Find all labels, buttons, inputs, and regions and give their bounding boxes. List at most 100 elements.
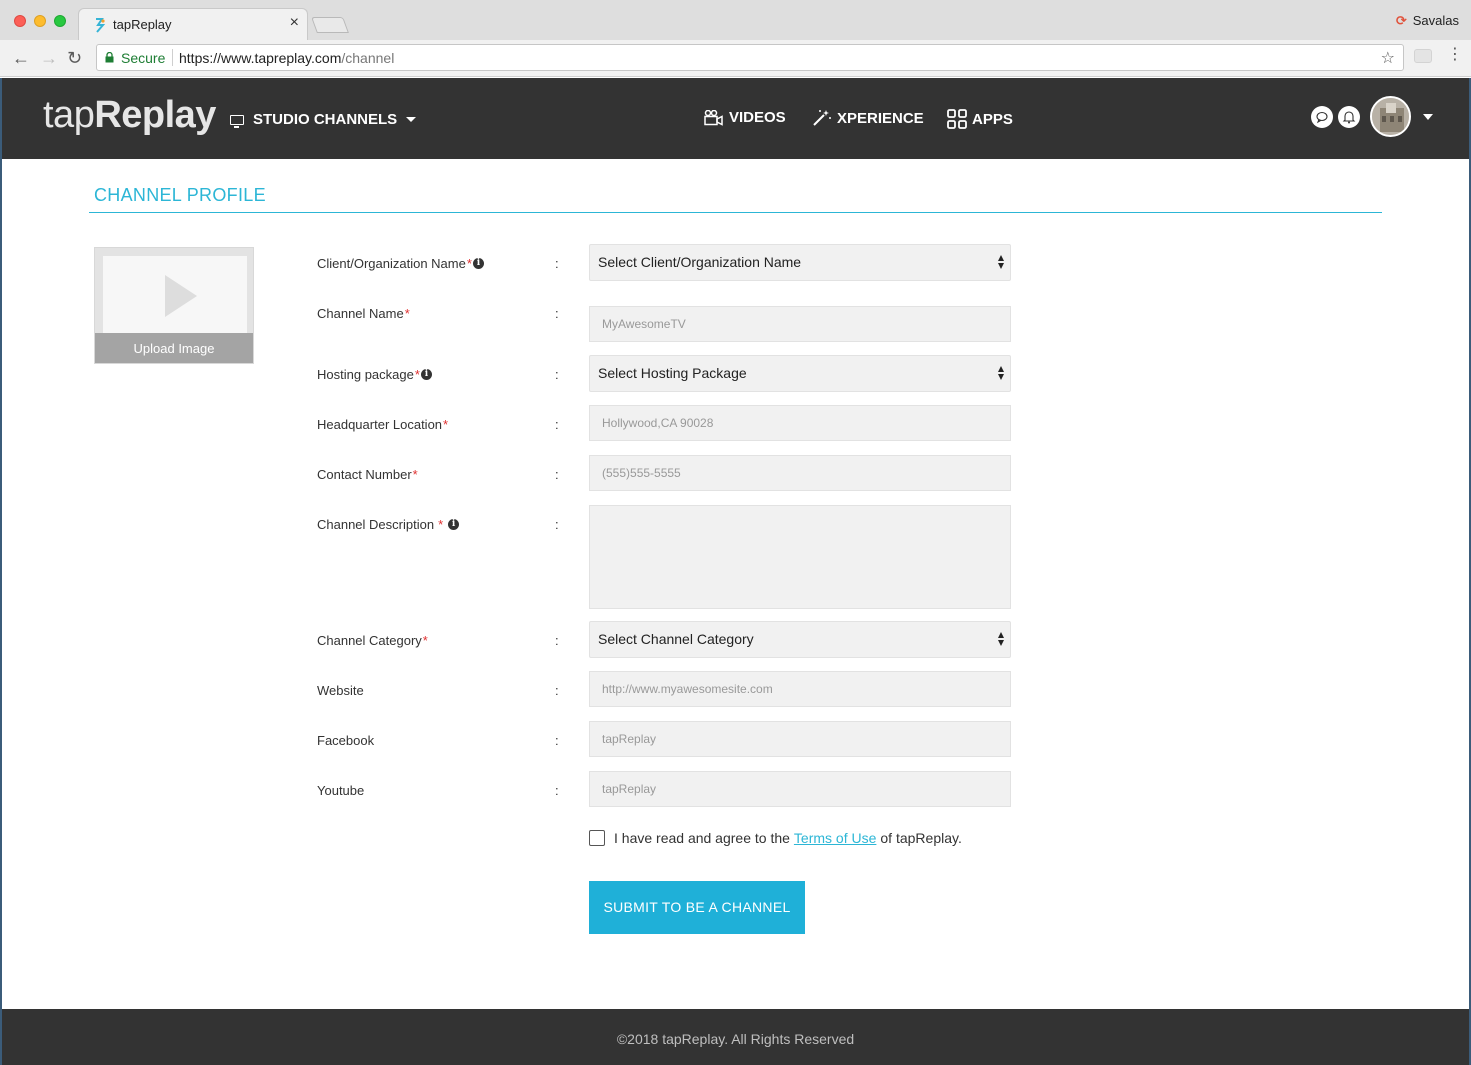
address-bar[interactable]: Secure https://www.tapreplay.com/channel… (96, 44, 1404, 71)
website-field[interactable]: http://www.myawesomesite.com (589, 671, 1011, 707)
nav-apps-label: APPS (972, 110, 1013, 128)
profile-icon: ⟳ (1395, 13, 1407, 28)
facebook-label: Facebook (317, 733, 374, 748)
tab-strip: tapReplay × ⟳ Savalas (0, 0, 1471, 40)
magic-wand-icon (813, 110, 831, 126)
youtube-label-text: Youtube (317, 783, 365, 798)
forward-arrow-icon[interactable]: → (40, 48, 58, 69)
caret-down-icon (406, 117, 417, 122)
hosting-package-label-text: Hosting package (317, 367, 414, 382)
tab-title: tapReplay (113, 17, 172, 32)
website-label-text: Website (317, 683, 364, 698)
profile-name: Savalas (1412, 13, 1459, 28)
colon: : (555, 256, 559, 271)
terms-agreement: I have read and agree to the Terms of Us… (589, 830, 962, 846)
page-title: CHANNEL PROFILE (94, 185, 266, 205)
colon: : (555, 517, 559, 532)
select-arrows-icon (998, 366, 1005, 382)
terms-checkbox[interactable] (589, 830, 605, 846)
hosting-package-select[interactable]: Select Hosting Package (589, 355, 1011, 392)
browser-toolbar: ← → ↻ Secure https://www.tapreplay.com/c… (0, 40, 1471, 77)
required-mark: * (443, 417, 449, 432)
colon: : (555, 306, 559, 321)
terms-of-use-link[interactable]: Terms of Use (794, 830, 876, 846)
channel-name-label-text: Channel Name (317, 306, 404, 321)
info-icon[interactable]: i (420, 369, 432, 380)
channel-category-label: Channel Category * (317, 633, 428, 648)
upload-image-label: Upload Image (95, 333, 253, 363)
user-menu-caret-icon[interactable] (1423, 114, 1433, 120)
notifications-button[interactable] (1338, 106, 1360, 128)
new-tab-button[interactable] (311, 17, 349, 33)
window-edge-left (0, 78, 2, 1065)
required-mark: * (412, 467, 418, 482)
hq-location-field[interactable]: Hollywood,CA 90028 (589, 405, 1011, 441)
facebook-label-text: Facebook (317, 733, 375, 748)
user-avatar[interactable] (1370, 96, 1411, 137)
hosting-package-select-value: Select Hosting Package (598, 365, 747, 381)
colon: : (555, 733, 559, 748)
youtube-label: Youtube (317, 783, 364, 798)
avatar-image (1372, 98, 1409, 135)
required-mark: * (404, 306, 410, 321)
nav-videos-label: VIDEOS (729, 109, 786, 126)
info-icon[interactable]: i (448, 519, 460, 530)
app-header: tapReplay STUDIO CHANNELS VIDEOS XPERIEN… (2, 78, 1469, 159)
tab-close-icon[interactable]: × (290, 14, 299, 32)
back-arrow-icon[interactable]: ← (12, 48, 30, 69)
studio-channels-dropdown[interactable]: STUDIO CHANNELS (230, 111, 417, 128)
bell-icon (1342, 111, 1356, 124)
channel-description-textarea[interactable] (589, 505, 1011, 609)
colon: : (555, 783, 559, 798)
browser-profile[interactable]: ⟳ Savalas (1396, 13, 1459, 29)
submit-channel-button[interactable]: SUBMIT TO BE A CHANNEL (589, 881, 805, 934)
required-mark: * (438, 517, 444, 532)
channel-category-label-text: Channel Category (317, 633, 422, 648)
client-org-select[interactable]: Select Client/Organization Name (589, 244, 1011, 281)
video-camera-icon (704, 109, 723, 126)
nav-videos[interactable]: VIDEOS (704, 109, 786, 126)
colon: : (555, 417, 559, 432)
bookmark-star-icon[interactable]: ☆ (1381, 48, 1395, 68)
nav-apps[interactable]: APPS (947, 109, 1013, 129)
hq-location-label-text: Headquarter Location (317, 417, 443, 432)
url-host: https://www.tapreplay.com (179, 50, 342, 66)
hq-location-label: Headquarter Location * (317, 417, 448, 432)
browser-tab[interactable]: tapReplay × (78, 8, 308, 40)
channel-name-label: Channel Name * (317, 306, 410, 321)
close-window-button[interactable] (14, 15, 26, 27)
info-icon[interactable]: i (472, 258, 484, 269)
channel-category-select[interactable]: Select Channel Category (589, 621, 1011, 658)
image-placeholder (103, 256, 247, 336)
browser-chrome: tapReplay × ⟳ Savalas ← → ↻ Secure https:… (0, 0, 1471, 77)
nav-xperience[interactable]: XPERIENCE (812, 109, 924, 127)
website-label: Website (317, 683, 364, 698)
apps-grid-icon (947, 109, 967, 129)
url-separator (172, 49, 173, 66)
logo-bold-text: Replay (94, 94, 216, 136)
channel-description-label-text: Channel Description (317, 517, 435, 532)
maximize-window-button[interactable] (54, 15, 66, 27)
browser-menu-icon[interactable]: ⋮ (1447, 47, 1463, 63)
messages-button[interactable] (1311, 106, 1333, 128)
select-arrows-icon (998, 255, 1005, 271)
channel-name-field[interactable]: MyAwesomeTV (589, 306, 1011, 342)
channel-category-select-value: Select Channel Category (598, 631, 754, 647)
chat-bubble-icon (1316, 111, 1328, 124)
upload-image-button[interactable]: Upload Image (94, 247, 254, 364)
play-icon (165, 275, 197, 317)
reload-icon[interactable]: ↻ (67, 48, 82, 69)
minimize-window-button[interactable] (34, 15, 46, 27)
url-path: /channel (341, 50, 395, 66)
client-org-label: Client/Organization Name * i (317, 256, 484, 271)
channel-description-label: Channel Description * i (317, 517, 460, 532)
extension-icon[interactable] (1414, 49, 1432, 63)
youtube-field[interactable]: tapReplay (589, 771, 1011, 807)
contact-number-field[interactable]: (555)555-5555 (589, 455, 1011, 491)
colon: : (555, 367, 559, 382)
studio-channels-label: STUDIO CHANNELS (253, 111, 398, 128)
facebook-field[interactable]: tapReplay (589, 721, 1011, 757)
monitor-icon (230, 114, 244, 128)
client-org-select-value: Select Client/Organization Name (598, 254, 802, 270)
tapreplay-logo[interactable]: tapReplay (43, 94, 216, 137)
